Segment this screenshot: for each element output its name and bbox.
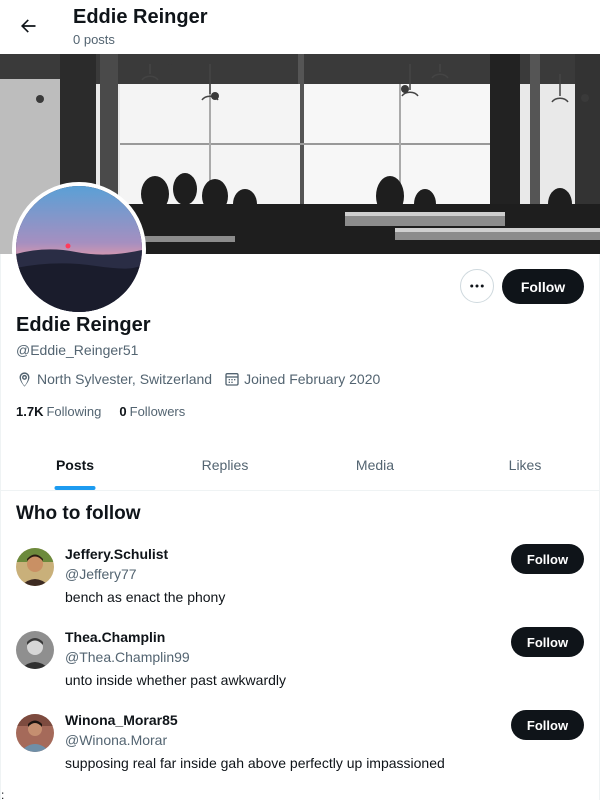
who-to-follow-title: Who to follow — [16, 503, 141, 524]
location-pin-icon — [19, 371, 30, 387]
active-tab-indicator — [54, 486, 96, 490]
following-link[interactable]: 1.7K Following — [16, 404, 101, 419]
user-avatar[interactable] — [16, 714, 54, 752]
tab-media-label: Media — [355, 457, 395, 473]
profile-meta: North Sylvester, Switzerland Joined Febr… — [16, 369, 392, 389]
tab-likes-label: Likes — [508, 457, 542, 473]
more-options-button[interactable] — [460, 269, 494, 303]
user-handle: @Winona.Morar — [65, 732, 168, 748]
user-avatar[interactable] — [16, 548, 54, 586]
user-bio: unto inside whether past awkwardly — [65, 672, 287, 688]
header-title: Eddie Reinger — [73, 6, 208, 28]
user-name: Jeffery.Schulist — [65, 546, 169, 562]
user-name: Thea.Champlin — [65, 629, 166, 645]
following-count: 1.7K — [16, 404, 44, 419]
user-handle: @Jeffery77 — [65, 566, 137, 582]
user-photo-image — [16, 548, 54, 586]
user-name: Winona_Morar85 — [65, 712, 178, 728]
user-photo-image — [16, 631, 54, 669]
followers-link[interactable]: 0 Followers — [119, 404, 185, 419]
avatar-sunset-image — [16, 186, 142, 312]
suggested-user-row[interactable]: Thea.Champlin @Thea.Champlin99 unto insi… — [0, 627, 600, 713]
joined-item: Joined February 2020 — [224, 371, 380, 387]
tab-replies[interactable]: Replies — [150, 440, 300, 490]
follow-user-button[interactable]: Follow — [511, 710, 584, 740]
profile-tabs: Posts Replies Media Likes — [0, 440, 600, 491]
calendar-icon — [225, 373, 239, 386]
user-handle: @Thea.Champlin99 — [65, 649, 190, 665]
profile-avatar[interactable] — [12, 182, 146, 316]
follow-button[interactable]: Follow — [502, 269, 584, 304]
profile-header: Eddie Reinger 0 posts — [0, 0, 600, 54]
profile-handle: @Eddie_Reinger51 — [16, 342, 139, 358]
user-bio: supposing real far inside gah above perf… — [65, 755, 445, 771]
header-post-count: 0 posts — [73, 32, 115, 47]
arrow-left-icon — [21, 19, 36, 33]
profile-stats: 1.7K Following 0 Followers — [16, 404, 203, 419]
joined-text: Joined February 2020 — [244, 371, 381, 387]
user-avatar[interactable] — [16, 631, 54, 669]
more-horizontal-icon — [470, 284, 484, 288]
tab-posts-label: Posts — [55, 457, 95, 473]
suggested-user-row[interactable]: Winona_Morar85 @Winona.Morar supposing r… — [0, 710, 600, 796]
tab-likes[interactable]: Likes — [450, 440, 600, 490]
location-text: North Sylvester, Switzerland — [37, 371, 213, 387]
user-photo-image — [16, 714, 54, 752]
followers-label: Followers — [129, 404, 186, 419]
tab-posts[interactable]: Posts — [0, 440, 150, 490]
user-bio: bench as enact the phony — [65, 589, 226, 605]
tab-replies-label: Replies — [201, 457, 249, 473]
tab-media[interactable]: Media — [300, 440, 450, 490]
footer-mark: : — [1, 788, 5, 800]
location-item: North Sylvester, Switzerland — [16, 371, 212, 388]
suggested-user-row[interactable]: Jeffery.Schulist @Jeffery77 bench as ena… — [0, 544, 600, 630]
followers-count: 0 — [119, 404, 127, 419]
back-button[interactable] — [12, 10, 44, 42]
follow-user-button[interactable]: Follow — [511, 544, 584, 574]
follow-user-button[interactable]: Follow — [511, 627, 584, 657]
following-label: Following — [46, 404, 102, 419]
profile-name: Eddie Reinger — [16, 314, 151, 336]
